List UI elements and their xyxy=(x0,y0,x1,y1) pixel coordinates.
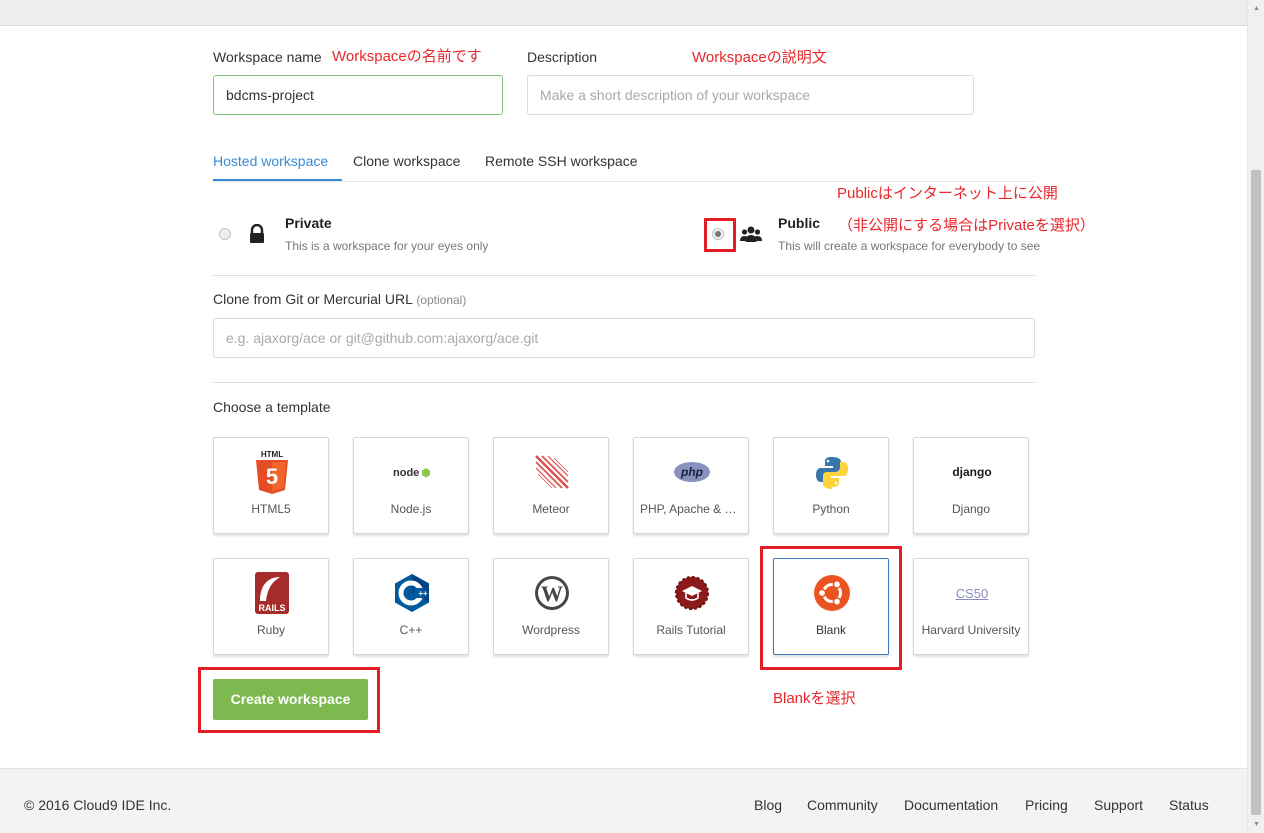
annotation-blank-note: Blankを選択 xyxy=(773,690,856,707)
footer-link-blog[interactable]: Blog xyxy=(754,797,782,813)
scroll-up-arrow-icon[interactable]: ▲ xyxy=(1248,0,1264,17)
scroll-down-arrow-icon[interactable]: ▼ xyxy=(1248,816,1264,833)
rails-tutorial-icon xyxy=(672,573,712,613)
clone-url-label: Clone from Git or Mercurial URL (optiona… xyxy=(213,291,466,307)
workspace-name-input[interactable]: bdcms-project xyxy=(213,75,503,115)
svg-text:RAILS: RAILS xyxy=(259,603,286,613)
template-name: Python xyxy=(812,502,850,516)
svg-text:node: node xyxy=(393,467,419,479)
divider-visibility xyxy=(213,275,1035,276)
meteor-icon xyxy=(532,452,572,492)
highlight-public-radio xyxy=(704,218,736,252)
annotation-private-hint: （非公開にする場合はPrivateを選択） xyxy=(838,217,1095,234)
ruby-rails-icon: RAILS xyxy=(252,572,292,614)
django-icon: django xyxy=(952,452,992,492)
footer-link-pricing[interactable]: Pricing xyxy=(1025,797,1068,813)
template-rails-tutorial[interactable]: Rails Tutorial xyxy=(633,558,749,655)
private-title: Private xyxy=(285,215,332,231)
nodejs-icon: node xyxy=(392,452,432,492)
annotation-name-note: Workspaceの名前です xyxy=(332,48,482,65)
svg-text:HTML: HTML xyxy=(261,450,283,459)
footer: © 2016 Cloud9 IDE Inc. Blog Community Do… xyxy=(0,768,1247,833)
clone-url-label-text: Clone from Git or Mercurial URL xyxy=(213,291,413,307)
template-name: Django xyxy=(951,502,991,516)
template-nodejs[interactable]: node Node.js xyxy=(353,437,469,534)
tab-remote-ssh-workspace[interactable]: Remote SSH workspace xyxy=(485,153,638,179)
template-name: Ruby xyxy=(256,623,285,637)
tab-hosted-workspace[interactable]: Hosted workspace xyxy=(213,153,342,181)
template-name: Wordpress xyxy=(522,623,580,637)
divider-clone xyxy=(213,382,1035,383)
cs50-icon: CS50 xyxy=(952,573,992,613)
description-input[interactable]: Make a short description of your workspa… xyxy=(527,75,974,115)
footer-link-documentation[interactable]: Documentation xyxy=(904,797,998,813)
public-subtitle: This will create a workspace for everybo… xyxy=(778,239,1041,253)
description-label: Description xyxy=(527,49,598,65)
footer-link-community[interactable]: Community xyxy=(807,797,878,813)
cs50-icon-text: CS50 xyxy=(955,585,989,601)
highlight-create-button xyxy=(198,667,380,733)
template-php[interactable]: php PHP, Apache & MySQL xyxy=(633,437,749,534)
template-name: Harvard University xyxy=(921,623,1021,637)
clone-url-optional: (optional) xyxy=(416,293,467,307)
wordpress-icon: W xyxy=(532,573,572,613)
clone-url-input[interactable]: e.g. ajaxorg/ace or git@github.com:ajaxo… xyxy=(213,318,1035,358)
svg-text:++: ++ xyxy=(418,589,428,598)
template-django[interactable]: django Django xyxy=(913,437,1029,534)
lock-icon xyxy=(248,223,266,244)
annotation-public-note: Publicはインターネット上に公開 xyxy=(837,185,1058,202)
public-title: Public xyxy=(778,215,821,231)
template-html5[interactable]: HTML 5 HTML5 xyxy=(213,437,329,534)
create-workspace-form: Workspace name Workspaceの名前です bdcms-proj… xyxy=(0,26,1247,768)
template-cpp[interactable]: ++ C++ xyxy=(353,558,469,655)
footer-link-support[interactable]: Support xyxy=(1094,797,1143,813)
users-icon xyxy=(740,224,762,244)
vertical-scrollbar[interactable]: ▲ ▼ xyxy=(1247,0,1264,833)
private-subtitle: This is a workspace for your eyes only xyxy=(285,239,489,253)
template-name: C++ xyxy=(399,623,423,637)
copyright-text: © 2016 Cloud9 IDE Inc. xyxy=(24,797,172,813)
php-icon: php xyxy=(672,452,712,492)
footer-link-status[interactable]: Status xyxy=(1169,797,1209,813)
python-icon xyxy=(812,452,852,492)
svg-text:php: php xyxy=(680,465,703,479)
template-name: PHP, Apache & MySQL xyxy=(640,502,742,516)
template-harvard-cs50[interactable]: CS50 Harvard University xyxy=(913,558,1029,655)
django-icon-text: django xyxy=(952,465,992,479)
template-python[interactable]: Python xyxy=(773,437,889,534)
scrollbar-thumb[interactable] xyxy=(1251,170,1261,815)
cpp-icon: ++ xyxy=(392,573,432,613)
html5-icon: HTML 5 xyxy=(252,450,292,494)
tab-clone-workspace[interactable]: Clone workspace xyxy=(353,153,460,179)
template-name: Node.js xyxy=(390,502,432,516)
template-name: Rails Tutorial xyxy=(656,623,726,637)
highlight-blank-template xyxy=(760,546,902,670)
annotation-description-note: Workspaceの説明文 xyxy=(692,49,827,66)
template-meteor[interactable]: Meteor xyxy=(493,437,609,534)
template-name: Meteor xyxy=(532,502,570,516)
choose-template-label: Choose a template xyxy=(213,399,331,415)
workspace-name-label: Workspace name xyxy=(213,49,322,65)
svg-text:W: W xyxy=(541,581,563,606)
template-ruby[interactable]: RAILS Ruby xyxy=(213,558,329,655)
template-name: HTML5 xyxy=(251,502,291,516)
svg-text:5: 5 xyxy=(266,464,278,489)
private-radio[interactable] xyxy=(219,228,231,240)
template-wordpress[interactable]: W Wordpress xyxy=(493,558,609,655)
